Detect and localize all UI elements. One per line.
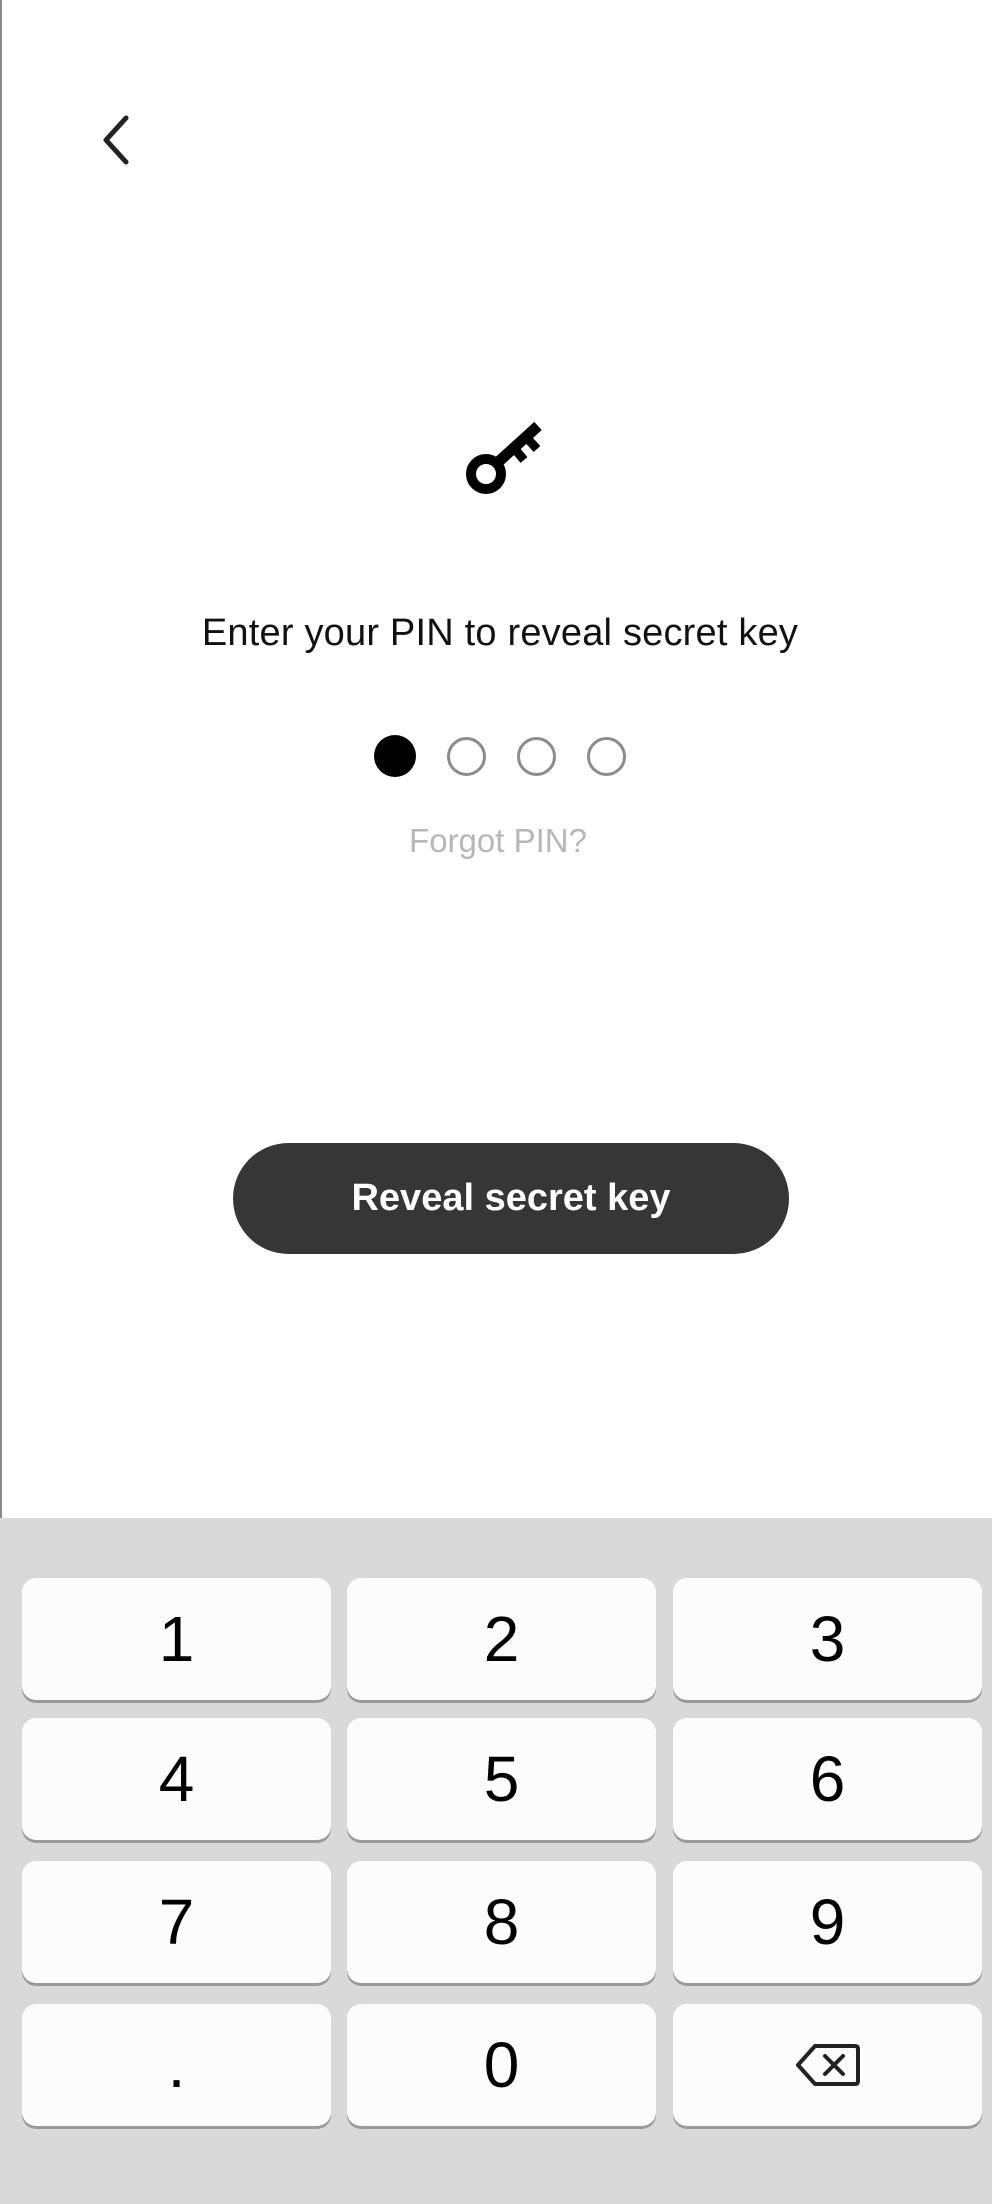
back-button[interactable] bbox=[86, 104, 146, 176]
backspace-icon bbox=[795, 2044, 860, 2086]
key-7[interactable]: 7 bbox=[22, 1861, 331, 1983]
key-3[interactable]: 3 bbox=[673, 1578, 982, 1700]
key-5[interactable]: 5 bbox=[347, 1718, 656, 1840]
numeric-keypad: 1 2 3 4 5 6 7 8 9 . 0 bbox=[0, 1518, 992, 2204]
pin-dot-filled bbox=[374, 735, 416, 777]
pin-dot-empty bbox=[447, 736, 486, 776]
pin-dot-empty bbox=[517, 736, 556, 776]
key-icon bbox=[466, 421, 542, 494]
pin-prompt: Enter your PIN to reveal secret key bbox=[201, 612, 799, 654]
key-4[interactable]: 4 bbox=[22, 1718, 331, 1840]
key-2[interactable]: 2 bbox=[347, 1578, 656, 1700]
reveal-secret-key-button[interactable]: Reveal secret key bbox=[233, 1143, 789, 1254]
pin-screen: Enter your PIN to reveal secret key Forg… bbox=[0, 0, 992, 2204]
forgot-pin-link[interactable]: Forgot PIN? bbox=[0, 822, 992, 860]
key-8[interactable]: 8 bbox=[347, 1861, 656, 1983]
key-0[interactable]: 0 bbox=[347, 2004, 656, 2126]
pin-indicator bbox=[374, 733, 626, 779]
screen-edge bbox=[0, 0, 2, 1518]
key-decimal[interactable]: . bbox=[22, 2004, 331, 2126]
pin-dot-empty bbox=[587, 736, 626, 776]
chevron-left-icon bbox=[103, 115, 129, 165]
key-9[interactable]: 9 bbox=[673, 1861, 982, 1983]
key-backspace[interactable] bbox=[673, 2004, 982, 2126]
key-1[interactable]: 1 bbox=[22, 1578, 331, 1700]
key-6[interactable]: 6 bbox=[673, 1718, 982, 1840]
